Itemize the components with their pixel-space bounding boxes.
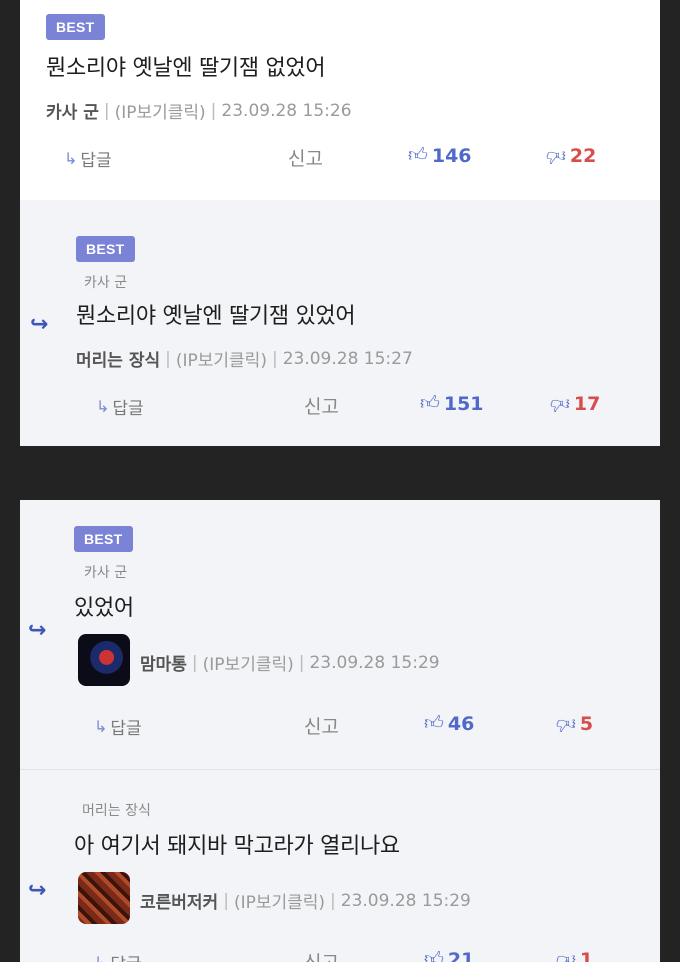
like-count: 21 — [447, 948, 475, 962]
like-count: 46 — [447, 712, 475, 735]
reply-arrow-icon: ↳ — [94, 953, 107, 962]
report-button[interactable]: 신고 — [304, 712, 339, 739]
nested-reply-icon: ↪ — [28, 878, 47, 903]
comment-meta: 맘마통 | (IP보기클릭) | 23.09.28 15:29 — [140, 650, 440, 676]
ip-link[interactable]: (IP보기클릭) — [203, 650, 294, 675]
avatar[interactable] — [78, 634, 130, 686]
report-button[interactable]: 신고 — [304, 392, 339, 419]
thumbs-up-icon: 👍︎ — [424, 712, 444, 734]
dislike-count: 22 — [569, 144, 597, 167]
reply-button[interactable]: ↳답글 — [94, 950, 142, 962]
parent-author: 카사 군 — [84, 275, 128, 291]
comment-panel-2: ↪ BEST 카사 군 있었어 맘마통 | (IP보기클릭) | 23.09.2… — [20, 500, 660, 962]
best-badge: BEST — [76, 236, 135, 262]
nested-reply-icon: ↪ — [30, 312, 49, 337]
dislike-button[interactable]: 👍︎ 5 — [556, 712, 594, 736]
dislike-count: 5 — [579, 712, 594, 735]
reply-button[interactable]: ↳답글 — [94, 714, 142, 739]
comment-date: 23.09.28 15:29 — [340, 890, 471, 911]
reply-arrow-icon: ↳ — [64, 149, 78, 168]
like-button[interactable]: 👍︎ 151 — [420, 392, 484, 415]
like-button[interactable]: 👍︎ 21 — [424, 948, 474, 962]
like-count: 146 — [431, 144, 472, 167]
reply-arrow-icon: ↳ — [94, 717, 108, 736]
thumbs-down-icon: 👍︎ — [550, 393, 570, 415]
comment-date: 23.09.28 15:27 — [282, 348, 413, 369]
comment-body: 아 여기서 돼지바 막고라가 열리나요 — [74, 834, 400, 859]
ip-link[interactable]: (IP보기클릭) — [234, 888, 325, 913]
report-button[interactable]: 신고 — [304, 948, 339, 962]
comment-meta: 카사 군 | (IP보기클릭) | 23.09.28 15:26 — [46, 98, 352, 124]
comment-body: 뭔소리야 옛날엔 딸기잼 있었어 — [76, 304, 356, 329]
reply-button[interactable]: ↳답글 — [64, 146, 112, 171]
like-count: 151 — [443, 392, 484, 415]
author-name[interactable]: 머리는 장식 — [76, 346, 160, 371]
thumbs-down-icon: 👍︎ — [556, 713, 576, 735]
ip-link[interactable]: (IP보기클릭) — [176, 346, 267, 371]
comment-item: ↪ BEST 카사 군 있었어 맘마통 | (IP보기클릭) | 23.09.2… — [20, 500, 660, 770]
author-name[interactable]: 맘마통 — [140, 650, 187, 675]
comment-body: 뭔소리야 옛날엔 딸기잼 없었어 — [46, 56, 326, 81]
comment-meta: 머리는 장식 | (IP보기클릭) | 23.09.28 15:27 — [76, 346, 413, 372]
dislike-count: 1 — [579, 948, 594, 962]
parent-author: 머리는 장식 — [82, 803, 151, 819]
dislike-button[interactable]: 👍︎ 17 — [550, 392, 601, 416]
comment-body: 있었어 — [74, 596, 134, 621]
comment-meta: 코른버저커 | (IP보기클릭) | 23.09.28 15:29 — [140, 888, 471, 914]
report-button[interactable]: 신고 — [288, 144, 323, 171]
dislike-button[interactable]: 👍︎ 22 — [546, 144, 597, 168]
nested-reply-icon: ↪ — [28, 618, 47, 643]
dislike-button[interactable]: 👍︎ 1 — [556, 948, 593, 962]
thumbs-up-icon: 👍︎ — [408, 144, 428, 166]
author-name[interactable]: 코른버저커 — [140, 888, 218, 913]
like-button[interactable]: 👍︎ 46 — [424, 712, 474, 735]
comment-date: 23.09.28 15:29 — [309, 652, 440, 673]
parent-author: 카사 군 — [84, 565, 128, 581]
thumbs-down-icon: 👍︎ — [556, 949, 576, 962]
like-button[interactable]: 👍︎ 146 — [408, 144, 472, 167]
author-name[interactable]: 카사 군 — [46, 98, 99, 123]
reply-arrow-icon: ↳ — [96, 397, 110, 416]
comment-item: ↪ BEST 카사 군 뭔소리야 옛날엔 딸기잼 있었어 머리는 장식 | (I… — [20, 200, 660, 446]
thumbs-up-icon: 👍︎ — [424, 948, 444, 962]
thumbs-up-icon: 👍︎ — [420, 392, 440, 414]
best-badge: BEST — [46, 14, 105, 40]
dislike-count: 17 — [573, 392, 601, 415]
comment-item: BEST 뭔소리야 옛날엔 딸기잼 없었어 카사 군 | (IP보기클릭) | … — [20, 0, 660, 200]
comment-panel-1: BEST 뭔소리야 옛날엔 딸기잼 없었어 카사 군 | (IP보기클릭) | … — [20, 0, 660, 446]
best-badge: BEST — [74, 526, 133, 552]
thumbs-down-icon: 👍︎ — [546, 145, 566, 167]
comment-date: 23.09.28 15:26 — [221, 100, 352, 121]
ip-link[interactable]: (IP보기클릭) — [115, 98, 206, 123]
comment-item: ↪ 머리는 장식 아 여기서 돼지바 막고라가 열리나요 코른버저커 | (IP… — [20, 770, 660, 962]
avatar[interactable] — [78, 872, 130, 924]
reply-button[interactable]: ↳답글 — [96, 394, 144, 419]
